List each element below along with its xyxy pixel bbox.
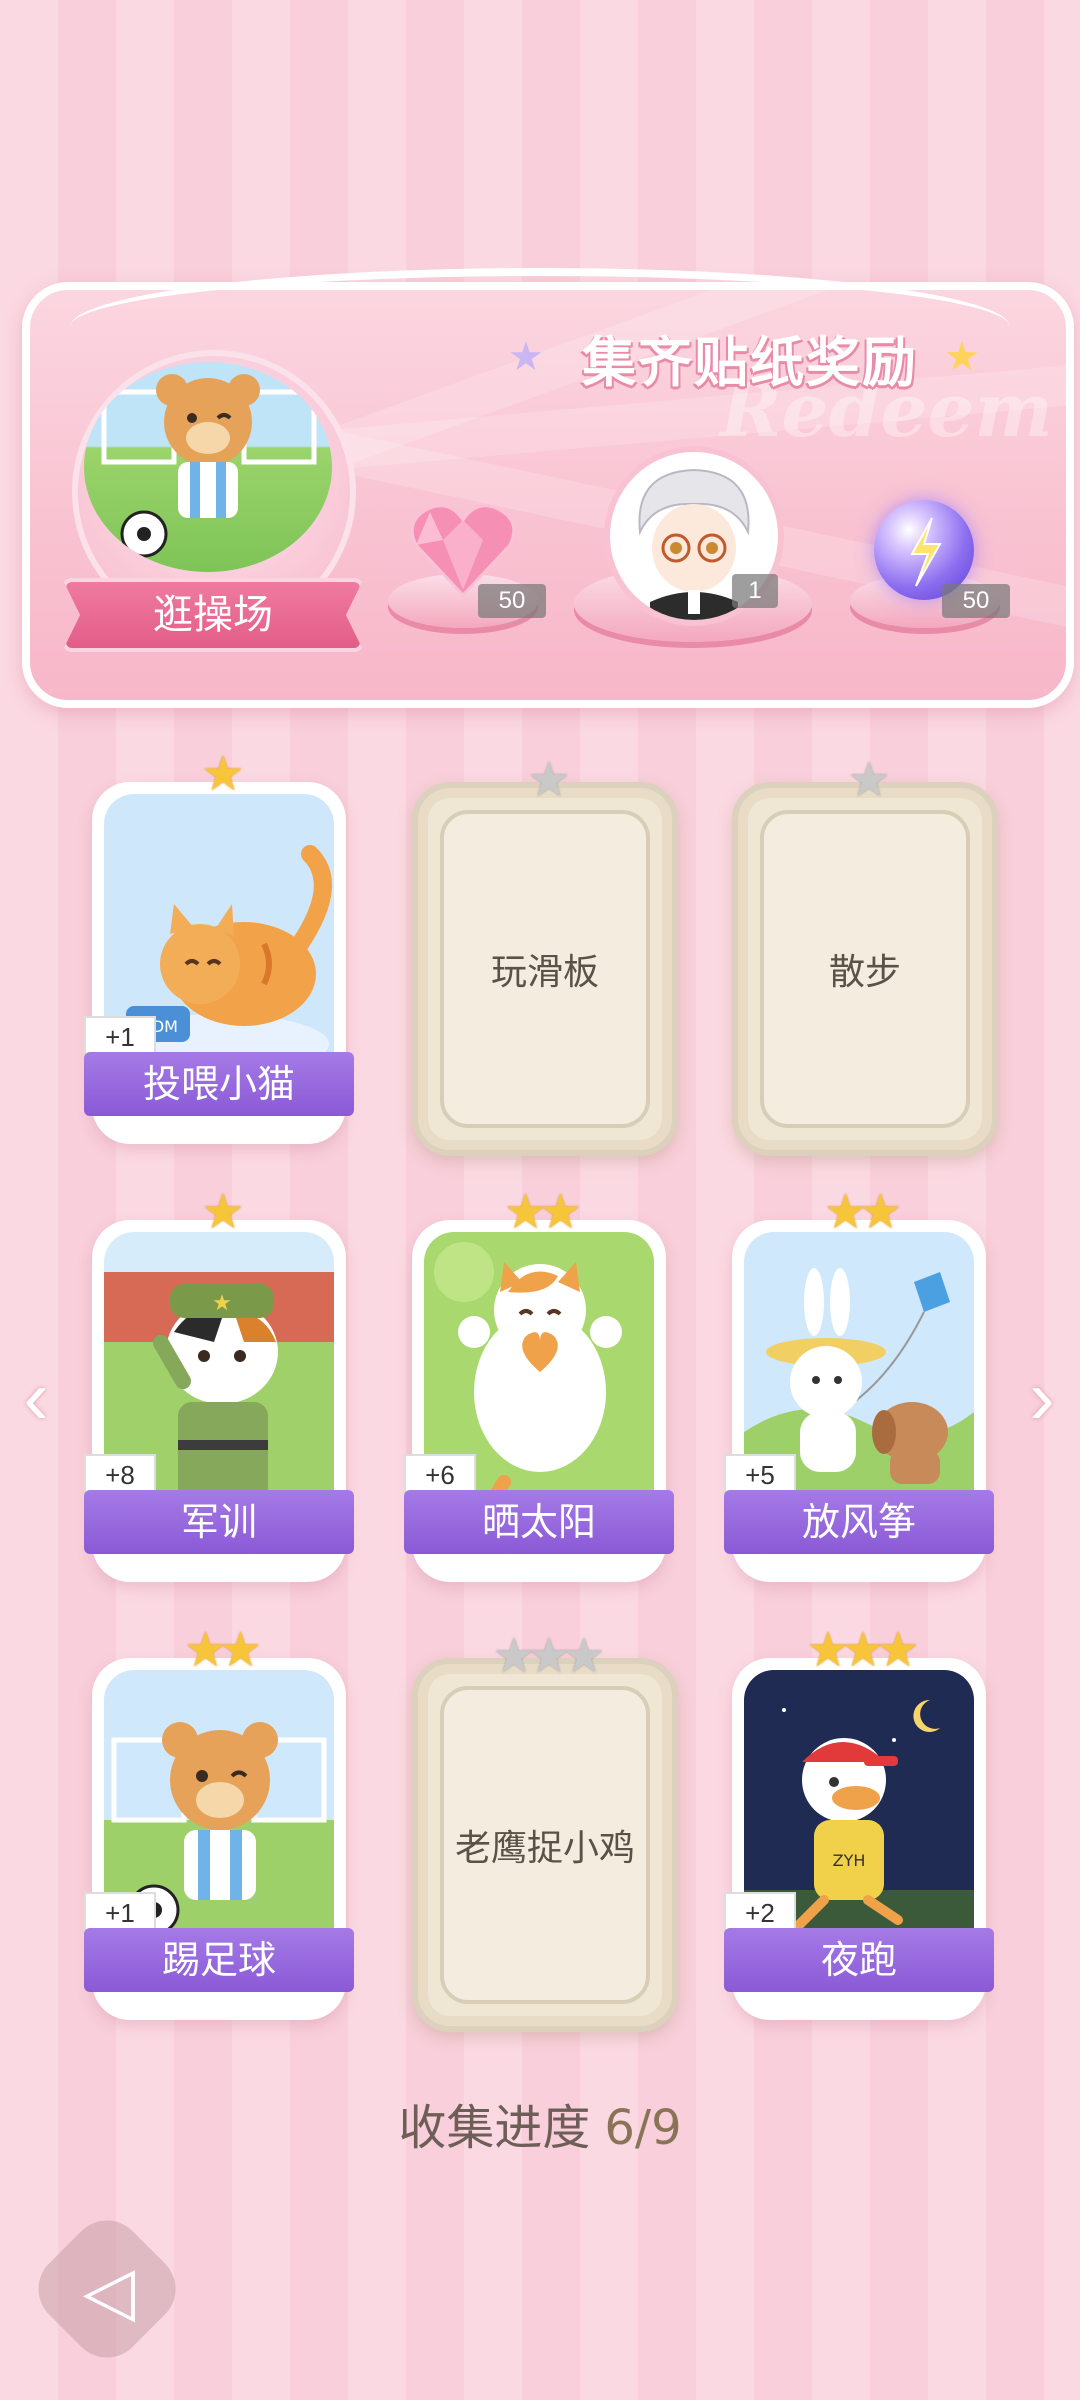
sticker-card[interactable]: ★★ +5 放风筝 [724, 1186, 994, 1582]
reward-count: 50 [942, 584, 1010, 618]
sticker-label: 投喂小猫 [84, 1052, 354, 1116]
star-rating: ★ [527, 754, 570, 807]
progress-value: 6/9 [604, 2100, 682, 2156]
sticker-card[interactable]: ★ MDM +1 投喂小猫 [84, 748, 354, 1144]
badge-label: 逛操场 [62, 578, 364, 652]
sticker-label: 散步 [828, 952, 901, 993]
banner-title: 集齐贴纸奖励 [582, 333, 918, 393]
locked-sticker-card[interactable]: ★ 散步 [732, 754, 998, 1156]
sticker-label: 放风筝 [724, 1490, 994, 1554]
sticker-label: 晒太阳 [404, 1490, 674, 1554]
sticker-label: 军训 [84, 1490, 354, 1554]
sticker-card[interactable]: ★ ★ +8 军训 [84, 1186, 354, 1582]
locked-sticker-card[interactable]: ★ 玩滑板 [412, 754, 678, 1156]
star-rating: ★ [847, 754, 890, 807]
sticker-card[interactable]: ★★ +6 晒太阳 [404, 1186, 674, 1582]
reward-count: 1 [732, 574, 778, 608]
sparkle-star-icon: ★ [508, 335, 544, 379]
svg-text:ZYH: ZYH [833, 1851, 866, 1870]
sticker-label: 玩滑板 [490, 952, 599, 993]
sparkle-star-icon: ★ [944, 335, 980, 379]
svg-text:★: ★ [212, 1290, 232, 1315]
previous-page-arrow-icon[interactable]: ‹ [14, 1356, 58, 1440]
sticker-card[interactable]: ★★ +1 踢足球 [84, 1624, 354, 2020]
soccer-bear-badge-icon [84, 362, 332, 572]
progress-label: 收集进度 [398, 2100, 591, 2156]
next-page-arrow-icon[interactable]: › [1020, 1356, 1064, 1440]
sticker-label: 夜跑 [724, 1928, 994, 1992]
collection-progress: 收集进度 6/9 [0, 2088, 1080, 2158]
locked-sticker-card[interactable]: ★★★ 老鹰捉小鸡 [412, 1630, 678, 2032]
star-rating: ★★★ [492, 1630, 605, 1683]
reward-count: 50 [478, 584, 546, 618]
sticker-label: 踢足球 [84, 1928, 354, 1992]
sticker-card[interactable]: ★★★ ZYH +2 夜跑 [724, 1624, 994, 2020]
sticker-label: 老鹰捉小鸡 [454, 1828, 635, 1869]
back-arrow-icon: ◁ [82, 2253, 136, 2329]
